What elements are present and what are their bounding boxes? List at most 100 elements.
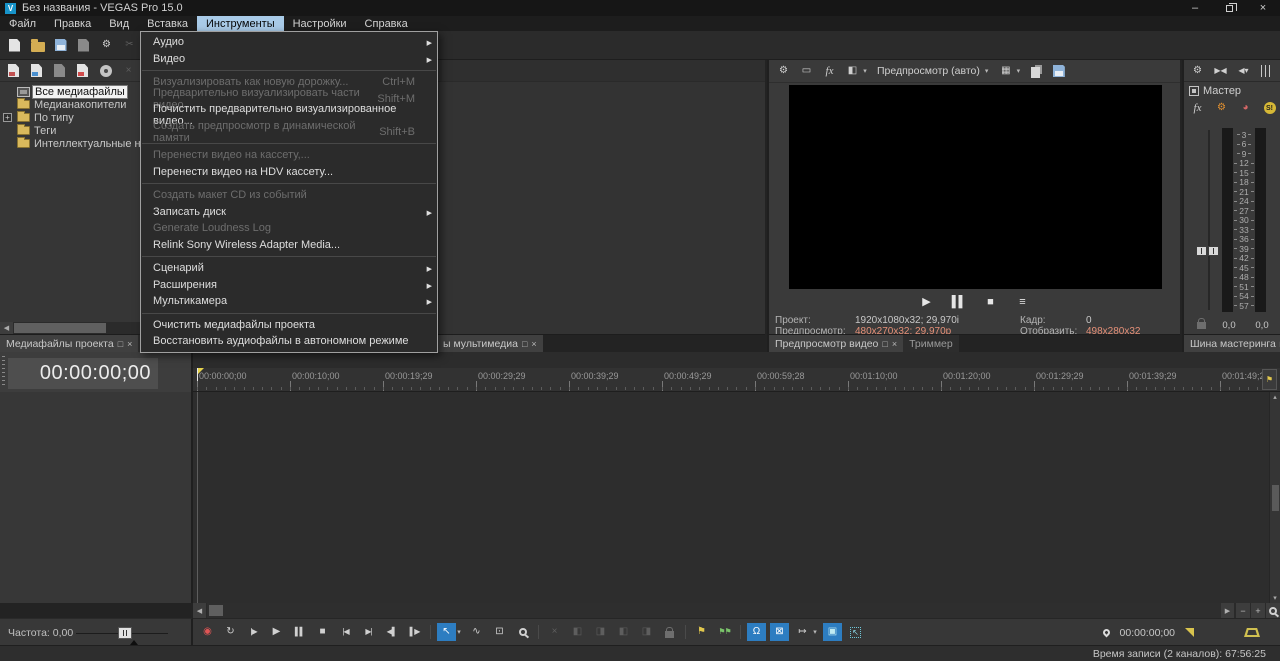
- split-screen-dropdown-button[interactable]: ▾: [861, 62, 869, 80]
- go-to-end-button[interactable]: ▶|: [359, 623, 378, 641]
- marker-tool-button[interactable]: ⚑: [1262, 369, 1277, 390]
- hscroll-track[interactable]: [207, 603, 1221, 618]
- capture-video-button[interactable]: [50, 62, 69, 80]
- preview-settings-button[interactable]: ⚙: [774, 62, 793, 80]
- current-time-display[interactable]: 00:00:00;00: [8, 358, 158, 389]
- menu-item[interactable]: Мультикамера▶: [141, 293, 437, 310]
- dim-output-button[interactable]: ◀▾: [1234, 62, 1253, 80]
- loop-playback-button[interactable]: ↻: [221, 623, 240, 641]
- timeline-ruler[interactable]: 00:00:00;0000:00:10;0000:00:19;2900:00:2…: [193, 368, 1280, 392]
- play-from-start-button[interactable]: |▶: [244, 623, 263, 641]
- go-to-start-button[interactable]: |◀: [336, 623, 355, 641]
- menu-item[interactable]: Сценарий▶: [141, 260, 437, 277]
- overlay-grid-button[interactable]: ▦: [996, 62, 1015, 80]
- menu-item[interactable]: Видео▶: [141, 51, 437, 68]
- enable-snapping-button[interactable]: Ω: [747, 623, 766, 641]
- insert-marker-button[interactable]: ⚑: [692, 623, 711, 641]
- play-button[interactable]: ▶: [917, 293, 936, 311]
- auto-ripple-button[interactable]: ⊠: [770, 623, 789, 641]
- zoom-edit-tool-button[interactable]: [513, 623, 532, 641]
- stop-button[interactable]: ■: [313, 623, 332, 641]
- project-properties-button[interactable]: [74, 36, 93, 54]
- external-monitor-button[interactable]: ▭: [797, 62, 816, 80]
- playhead-cursor[interactable]: [197, 392, 198, 603]
- post-edit-ripple-button[interactable]: ↦: [793, 623, 812, 641]
- loop-region-icon[interactable]: [1244, 628, 1260, 637]
- fader-handle-left[interactable]: [1196, 246, 1207, 256]
- fader-track[interactable]: [1208, 130, 1210, 310]
- menubar-item-2[interactable]: Правка: [45, 16, 100, 31]
- media-scroll-thumb[interactable]: [14, 323, 106, 333]
- ignore-event-grouping-button[interactable]: ↖: [846, 623, 865, 641]
- menu-item[interactable]: Relink Sony Wireless Adapter Media...: [141, 237, 437, 254]
- menubar-item-7[interactable]: Справка: [356, 16, 417, 31]
- menu-item[interactable]: Очистить медиафайлы проекта: [141, 317, 437, 334]
- restore-button[interactable]: [1212, 0, 1246, 16]
- open-project-button[interactable]: [28, 36, 47, 54]
- scroll-left-icon[interactable]: ◀: [0, 322, 13, 334]
- import-media-button[interactable]: [27, 62, 46, 80]
- marker-bar[interactable]: [193, 352, 1280, 368]
- vscroll-thumb[interactable]: [1272, 485, 1279, 511]
- lock-event-button[interactable]: [660, 623, 679, 641]
- menu-item[interactable]: Записать диск▶: [141, 204, 437, 221]
- menubar-item-5[interactable]: Инструменты: [197, 16, 284, 31]
- edit-tool-dropdown-button[interactable]: ▾: [455, 623, 463, 641]
- save-project-button[interactable]: [51, 36, 70, 54]
- selection-edit-tool-button[interactable]: ⊡: [490, 623, 509, 641]
- tab-float-icon[interactable]: □: [118, 339, 123, 349]
- tab-project-media[interactable]: Медиафайлы проекта □ ×: [0, 335, 138, 352]
- new-project-button[interactable]: [5, 36, 24, 54]
- record-button[interactable]: ◉: [198, 623, 217, 641]
- master-fx-button[interactable]: fx: [1188, 99, 1207, 117]
- menubar-item-6[interactable]: Настройки: [284, 16, 356, 31]
- minimize-button[interactable]: –: [1178, 0, 1212, 16]
- hscroll-thumb[interactable]: [209, 605, 223, 616]
- solo-indicator-button[interactable]: S!: [1260, 99, 1279, 117]
- extract-audio-from-cd-button[interactable]: [96, 62, 115, 80]
- menu-item[interactable]: Аудио▶: [141, 34, 437, 51]
- pause-button[interactable]: ▌▌: [949, 293, 968, 311]
- scroll-right-icon[interactable]: ▶: [1221, 603, 1235, 618]
- cursor-time[interactable]: 00:00:00;00: [1120, 627, 1175, 639]
- envelope-edit-tool-button[interactable]: ∿: [467, 623, 486, 641]
- play-button[interactable]: ▶: [267, 623, 286, 641]
- timeline-horizontal-scrollbar[interactable]: ◀ ▶ − +: [193, 603, 1280, 618]
- auto-ripple-mode-dropdown-button[interactable]: ▾: [811, 623, 819, 641]
- tab-close-icon[interactable]: ×: [892, 339, 897, 349]
- zoom-in-button[interactable]: +: [1250, 603, 1265, 618]
- stop-button[interactable]: ■: [981, 293, 1000, 311]
- automation-mode-button[interactable]: ⚙: [1212, 99, 1231, 117]
- fader-handle-right[interactable]: [1208, 246, 1219, 256]
- video-output-fx-button[interactable]: fx: [820, 62, 839, 80]
- scroll-down-icon[interactable]: ▾: [1273, 594, 1277, 602]
- preview-quality-dropdown[interactable]: Предпросмотр (авто) ▾: [873, 64, 992, 78]
- tab-close-icon[interactable]: ×: [127, 339, 132, 349]
- normal-edit-tool-button[interactable]: ↖: [437, 623, 456, 641]
- mixer-layout-button[interactable]: [1257, 62, 1276, 80]
- timeline-vertical-scrollbar[interactable]: ▴ ▾: [1269, 392, 1280, 603]
- menubar-item-3[interactable]: Вид: [100, 16, 138, 31]
- expander-icon[interactable]: +: [3, 113, 12, 122]
- timeline-track-area[interactable]: [193, 392, 1280, 603]
- menu-item[interactable]: Расширения▶: [141, 277, 437, 294]
- insert-region-button[interactable]: ⚑⚑: [715, 623, 734, 641]
- tab-float-icon[interactable]: □: [522, 339, 527, 349]
- next-frame-button[interactable]: ▌▶: [405, 623, 424, 641]
- media-bins-button[interactable]: [4, 62, 23, 80]
- menubar-item-1[interactable]: Файл: [0, 16, 45, 31]
- pause-button[interactable]: ▌▌: [290, 623, 309, 641]
- downmix-indicator-button[interactable]: ◕: [1236, 99, 1255, 117]
- downmix-output-button[interactable]: ▶◀: [1211, 62, 1230, 80]
- tab-video-preview[interactable]: Предпросмотр видео □ ×: [769, 335, 903, 352]
- preview-menu-button[interactable]: ≡: [1013, 293, 1032, 311]
- scroll-up-icon[interactable]: ▴: [1273, 393, 1277, 401]
- preferences-button[interactable]: ⚙: [97, 36, 116, 54]
- menu-item[interactable]: Перенести видео на HDV кассету...: [141, 164, 437, 181]
- zoom-out-button[interactable]: −: [1235, 603, 1250, 618]
- close-button[interactable]: ×: [1246, 0, 1280, 16]
- scroll-left-icon[interactable]: ◀: [193, 603, 207, 618]
- previous-frame-button[interactable]: ◀▌: [382, 623, 401, 641]
- tab-media-generators[interactable]: ы мультимедиа □ ×: [437, 335, 543, 352]
- menubar-item-4[interactable]: Вставка: [138, 16, 197, 31]
